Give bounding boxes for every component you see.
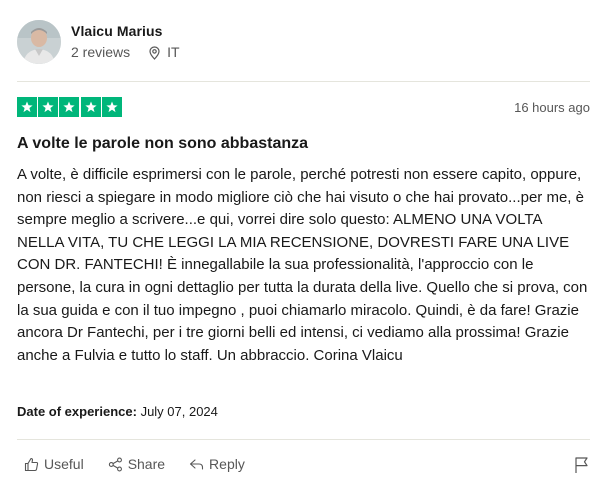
- reviewer-name[interactable]: Vlaicu Marius: [71, 23, 180, 40]
- experience-label: Date of experience:: [17, 404, 137, 419]
- review-body: A volte, è difficile esprimersi con le p…: [17, 166, 588, 364]
- experience-date: July 07, 2024: [140, 404, 218, 419]
- star-icon: [80, 97, 101, 117]
- star-icon: [17, 97, 37, 117]
- location-pin-icon: [148, 45, 161, 60]
- star-rating: [17, 97, 123, 117]
- report-flag-button[interactable]: [574, 456, 590, 474]
- avatar[interactable]: [17, 20, 61, 64]
- share-icon: [108, 457, 122, 472]
- star-icon: [101, 97, 122, 117]
- reply-icon: [189, 459, 204, 470]
- reviewer-header: Vlaicu Marius 2 reviews IT: [17, 19, 180, 65]
- date-of-experience: Date of experience: July 07, 2024: [17, 403, 218, 420]
- review-actions: Useful Share Reply: [24, 456, 269, 473]
- reviewer-country: IT: [167, 44, 180, 60]
- review-title[interactable]: A volte le parole non sono abbastanza: [17, 134, 308, 154]
- share-label: Share: [127, 456, 166, 472]
- star-icon: [38, 97, 59, 117]
- review-card: Vlaicu Marius 2 reviews IT 16 hours ago …: [0, 0, 607, 485]
- review-date: 16 hours ago: [514, 100, 590, 115]
- useful-button[interactable]: Useful: [24, 456, 84, 473]
- share-button[interactable]: Share: [108, 456, 165, 473]
- flag-icon: [575, 457, 588, 473]
- reply-button[interactable]: Reply: [189, 456, 245, 473]
- divider: [17, 439, 590, 440]
- star-icon: [59, 97, 80, 117]
- thumbs-up-icon: [24, 457, 39, 472]
- useful-label: Useful: [44, 456, 84, 472]
- reviews-count: 2 reviews: [71, 44, 131, 60]
- reply-label: Reply: [209, 456, 245, 472]
- divider: [17, 81, 590, 82]
